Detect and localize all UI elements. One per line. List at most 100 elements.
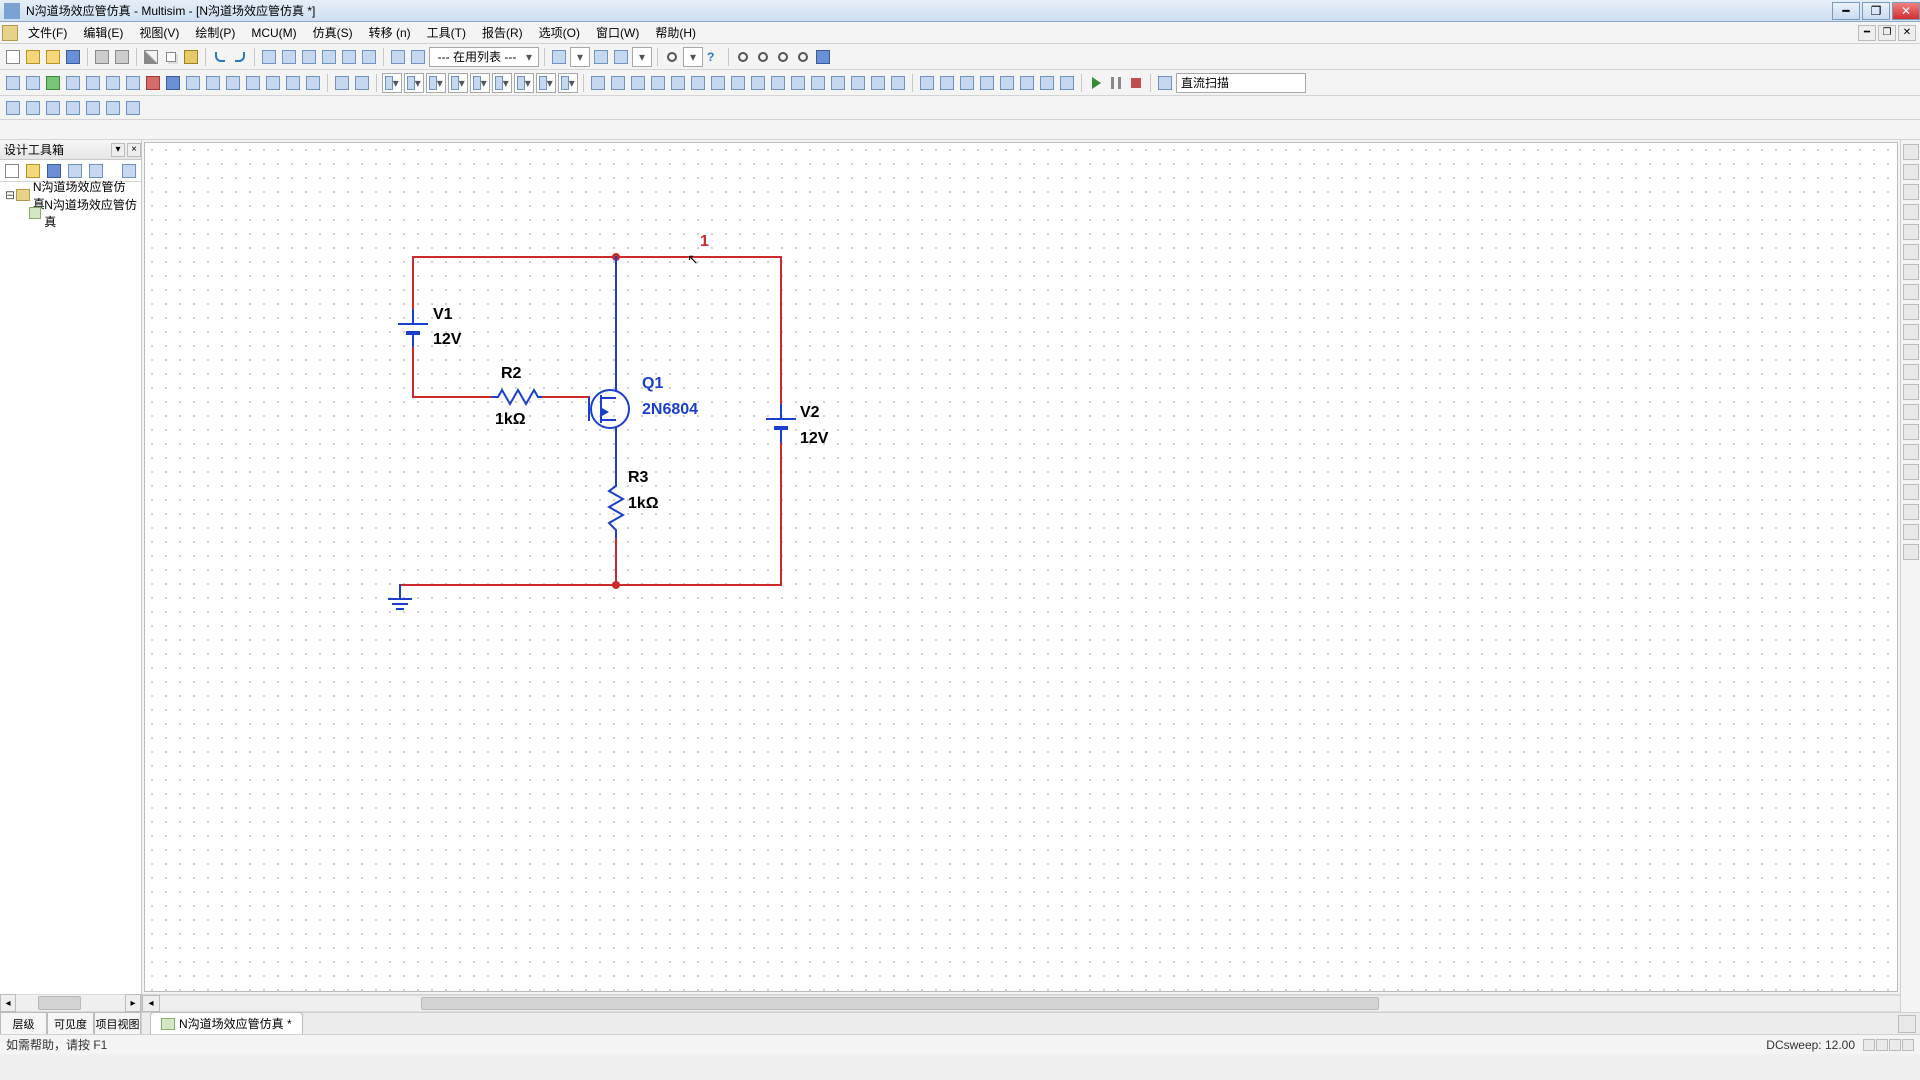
instr-9[interactable] <box>749 74 767 92</box>
instr-11[interactable] <box>789 74 807 92</box>
instr-7[interactable] <box>709 74 727 92</box>
comp-3[interactable] <box>44 74 62 92</box>
pause-button[interactable] <box>1107 74 1125 92</box>
sidebar-dropdown-button[interactable]: ▾ <box>111 143 125 157</box>
rstrip-10[interactable] <box>1903 324 1919 340</box>
close-button[interactable]: ✕ <box>1892 2 1920 20</box>
mdi-close-button[interactable]: ✕ <box>1898 25 1916 41</box>
probe-3[interactable] <box>958 74 976 92</box>
inuse-combo[interactable]: --- 在用列表 --- ▾ <box>429 47 539 67</box>
wire[interactable] <box>615 538 617 585</box>
instr-10[interactable] <box>769 74 787 92</box>
component-v2[interactable] <box>766 418 796 430</box>
r2-val[interactable]: 1kΩ <box>495 411 526 429</box>
canvas-hscroll[interactable]: ◂ ▸ <box>142 994 1920 1012</box>
side-scroll-thumb[interactable] <box>38 996 82 1010</box>
menu-view[interactable]: 视图(V) <box>131 22 187 43</box>
wire[interactable] <box>542 396 590 398</box>
q1-val[interactable]: 2N6804 <box>642 401 698 419</box>
probe-5[interactable] <box>998 74 1016 92</box>
rstrip-20[interactable] <box>1903 524 1919 540</box>
probe-4[interactable] <box>978 74 996 92</box>
comp-7[interactable] <box>124 74 142 92</box>
menu-options[interactable]: 选项(O) <box>531 22 588 43</box>
probe-1[interactable] <box>918 74 936 92</box>
menu-edit[interactable]: 编辑(E) <box>75 22 131 43</box>
comp-1[interactable] <box>4 74 22 92</box>
rstrip-21[interactable] <box>1903 544 1919 560</box>
print-preview-button[interactable] <box>113 48 131 66</box>
rstrip-17[interactable] <box>1903 464 1919 480</box>
instr-14[interactable] <box>849 74 867 92</box>
cut-button[interactable] <box>142 48 160 66</box>
instr-16[interactable] <box>889 74 907 92</box>
tab-hierarchy[interactable]: 层级 <box>0 1012 47 1034</box>
analysis-icon[interactable] <box>1156 74 1174 92</box>
sidebar-close-button[interactable]: × <box>127 143 141 157</box>
tool-f[interactable] <box>360 48 378 66</box>
print-button[interactable] <box>93 48 111 66</box>
side-t4[interactable] <box>66 162 84 180</box>
drop-9[interactable]: ▾ <box>558 73 578 93</box>
tree-collapse-icon[interactable]: ⊟ <box>4 188 16 202</box>
tool-b[interactable] <box>280 48 298 66</box>
open-sample-button[interactable] <box>44 48 62 66</box>
drop-7[interactable]: ▾ <box>514 73 534 93</box>
undo-button[interactable] <box>211 48 229 66</box>
comp-17[interactable] <box>333 74 351 92</box>
tab-visibility[interactable]: 可见度 <box>47 1012 94 1034</box>
tool-d[interactable] <box>320 48 338 66</box>
comp-10[interactable] <box>184 74 202 92</box>
sidebar-hscroll[interactable]: ◂ ▸ <box>0 994 141 1012</box>
view-1[interactable] <box>4 99 22 117</box>
comp-12[interactable] <box>224 74 242 92</box>
instr-3[interactable] <box>629 74 647 92</box>
save-button[interactable] <box>64 48 82 66</box>
net-label-1[interactable]: 1 <box>700 233 709 251</box>
instr-2[interactable] <box>609 74 627 92</box>
zoom-out-button[interactable] <box>754 48 772 66</box>
tool-i[interactable] <box>550 48 568 66</box>
wire[interactable] <box>615 427 617 462</box>
rstrip-5[interactable] <box>1903 224 1919 240</box>
wire[interactable] <box>412 396 492 398</box>
tool-k[interactable] <box>612 48 630 66</box>
help-tool[interactable]: ? <box>705 48 723 66</box>
v2-ref[interactable]: V2 <box>800 404 820 422</box>
doc-tab-active[interactable]: N沟道场效应管仿真 * <box>150 1012 303 1034</box>
menu-window[interactable]: 窗口(W) <box>588 22 647 43</box>
view-7[interactable] <box>124 99 142 117</box>
fullscreen-button[interactable] <box>814 48 832 66</box>
menu-simulate[interactable]: 仿真(S) <box>305 22 361 43</box>
comp-15[interactable] <box>284 74 302 92</box>
instr-1[interactable] <box>589 74 607 92</box>
drop-4[interactable]: ▾ <box>448 73 468 93</box>
comp-2[interactable] <box>24 74 42 92</box>
zoom-button[interactable] <box>663 48 681 66</box>
rstrip-8[interactable] <box>1903 284 1919 300</box>
menu-place[interactable]: 绘制(P) <box>187 22 243 43</box>
q1-ref[interactable]: Q1 <box>642 375 663 393</box>
instr-6[interactable] <box>689 74 707 92</box>
v2-val[interactable]: 12V <box>800 430 828 448</box>
component-r2[interactable] <box>492 388 542 406</box>
side-save[interactable] <box>45 162 63 180</box>
instr-5[interactable] <box>669 74 687 92</box>
view-6[interactable] <box>104 99 122 117</box>
zoom-area-button[interactable] <box>794 48 812 66</box>
drop-5[interactable]: ▾ <box>470 73 490 93</box>
hscroll-track[interactable] <box>160 995 1902 1012</box>
instr-15[interactable] <box>869 74 887 92</box>
instr-4[interactable] <box>649 74 667 92</box>
tool-j[interactable] <box>592 48 610 66</box>
tool-a[interactable] <box>260 48 278 66</box>
rstrip-7[interactable] <box>1903 264 1919 280</box>
view-3[interactable] <box>44 99 62 117</box>
zoom-drop[interactable]: ▾ <box>683 47 703 67</box>
comp-8[interactable] <box>144 74 162 92</box>
probe-6[interactable] <box>1018 74 1036 92</box>
open-button[interactable] <box>24 48 42 66</box>
menu-help[interactable]: 帮助(H) <box>647 22 704 43</box>
rstrip-6[interactable] <box>1903 244 1919 260</box>
side-scroll-track[interactable] <box>16 994 125 1012</box>
